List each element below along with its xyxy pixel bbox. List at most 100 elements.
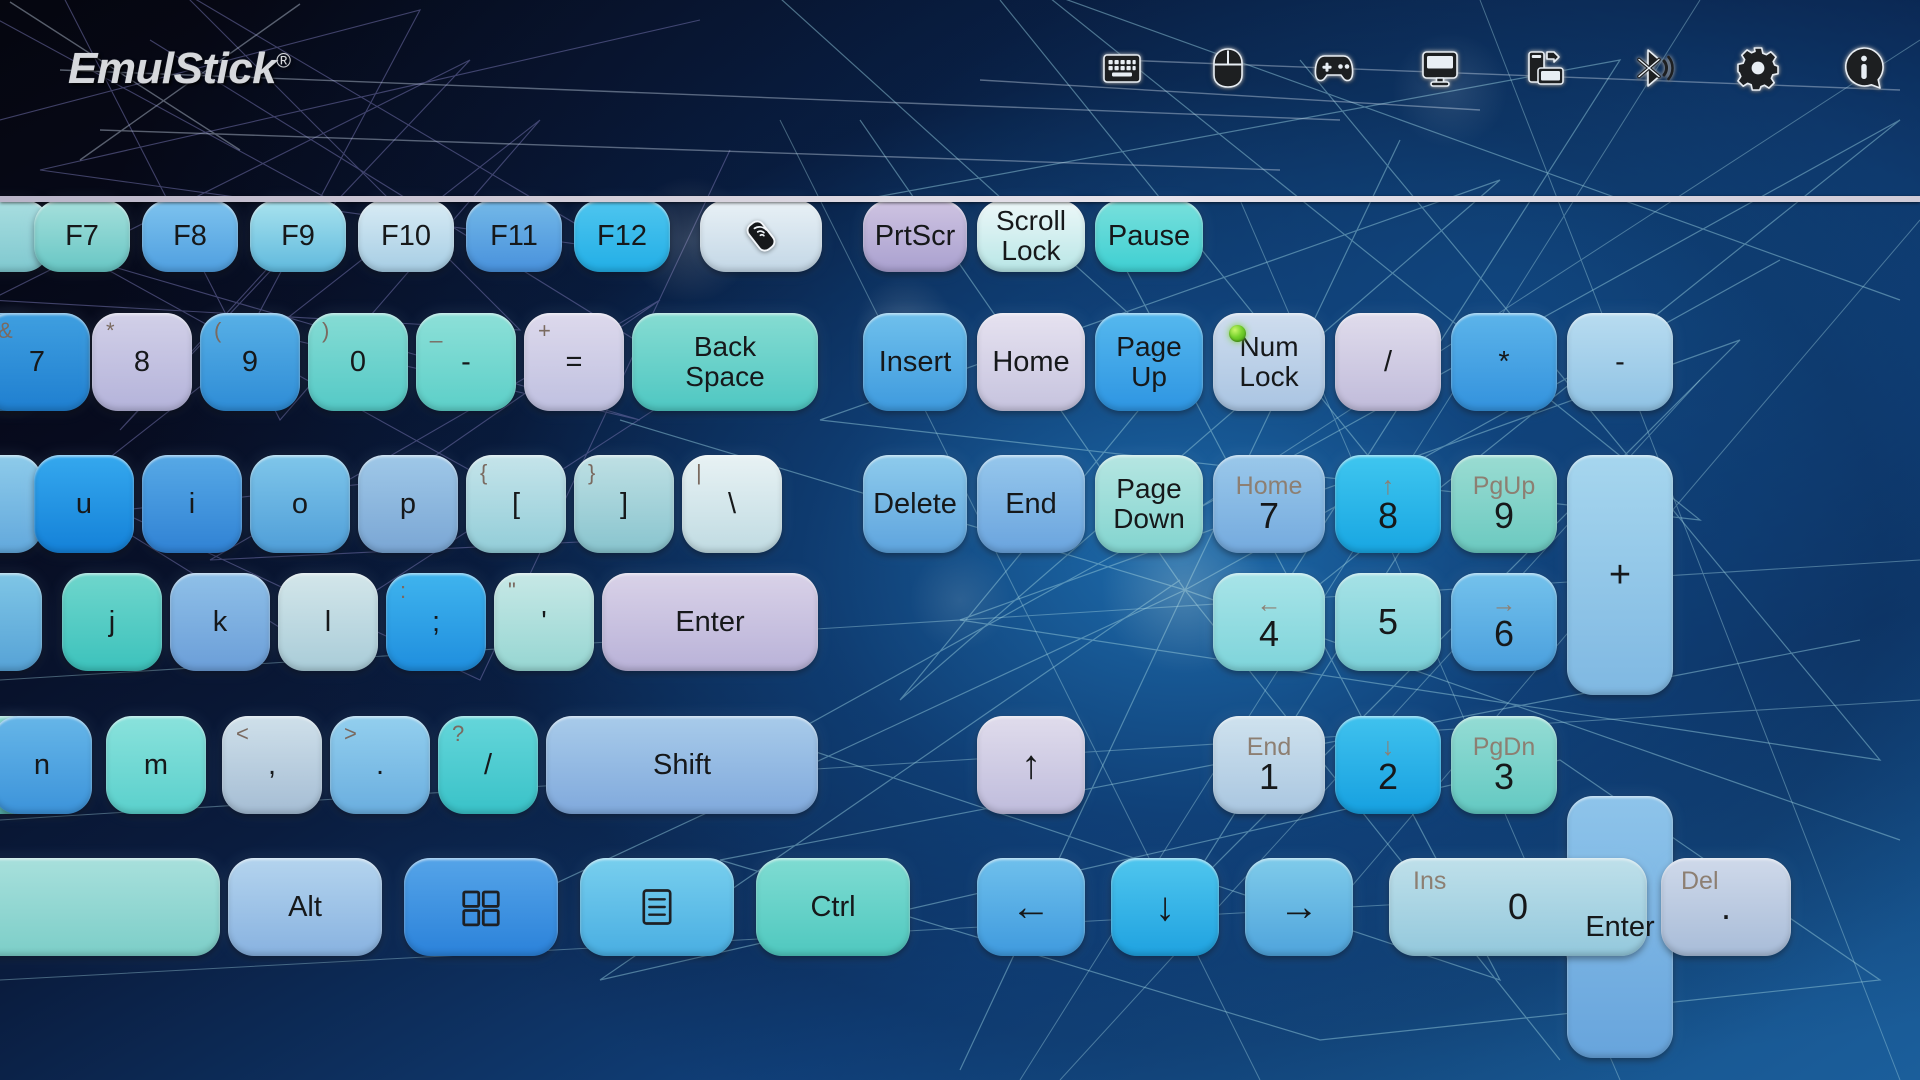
key-page-down[interactable]: Page Down <box>1095 455 1203 553</box>
toolbar-device-swap-button[interactable] <box>1514 36 1578 100</box>
key-9[interactable]: ( 9 <box>200 313 300 411</box>
key-numpad-1[interactable]: End 1 <box>1213 716 1325 814</box>
key-numpad-divide[interactable]: / <box>1335 313 1441 411</box>
key-shift-label: < <box>236 721 249 746</box>
key-semicolon[interactable]: : ; <box>386 573 486 671</box>
key-space[interactable] <box>0 858 220 956</box>
key-insert[interactable]: Insert <box>863 313 967 411</box>
key-ctrl-right[interactable]: Ctrl <box>756 858 910 956</box>
key-backslash[interactable]: | \ <box>682 455 782 553</box>
windows-icon <box>458 884 504 930</box>
key-shift-label: { <box>480 460 488 485</box>
key-label: 9 <box>1493 495 1515 537</box>
key-label: Enter <box>675 605 745 638</box>
key-numpad-7[interactable]: Home 7 <box>1213 455 1325 553</box>
key-numpad-multiply[interactable]: * <box>1451 313 1557 411</box>
key-period[interactable]: > . <box>330 716 430 814</box>
toolbar-info-button[interactable] <box>1832 36 1896 100</box>
key-7[interactable]: & 7 <box>0 313 90 411</box>
key-arrow-left[interactable]: ← <box>977 858 1085 956</box>
key-label: Alt <box>288 890 322 923</box>
key-shift-right[interactable]: Shift <box>546 716 818 814</box>
key-numpad-minus[interactable]: - <box>1567 313 1673 411</box>
key-numpad-3[interactable]: PgDn 3 <box>1451 716 1557 814</box>
key-label: Scroll Lock <box>995 205 1066 266</box>
key-l[interactable]: l <box>278 573 378 671</box>
key-label: F11 <box>490 219 538 252</box>
key-label: F8 <box>173 219 207 252</box>
key-arrow-down[interactable]: ↓ <box>1111 858 1219 956</box>
key-u[interactable]: u <box>34 455 134 553</box>
key-quote[interactable]: " ' <box>494 573 594 671</box>
key-num-lock[interactable]: Num Lock <box>1213 313 1325 411</box>
key-label: / <box>1383 345 1393 378</box>
key-label: ↓ <box>1155 885 1175 929</box>
key-h-partial[interactable]: h <box>0 573 42 671</box>
key-arrow-right[interactable]: → <box>1245 858 1353 956</box>
key-numpad-2[interactable]: ↓ 2 <box>1335 716 1441 814</box>
key-o[interactable]: o <box>250 455 350 553</box>
key-shift-label: _ <box>430 318 443 343</box>
key-label: 7 <box>28 345 46 378</box>
key-label: Delete <box>873 487 957 520</box>
key-label: ' <box>541 605 547 638</box>
key-numpad-6[interactable]: → 6 <box>1451 573 1557 671</box>
key-slash[interactable]: ? / <box>438 716 538 814</box>
key-label: i <box>188 487 196 520</box>
toolbar-settings-button[interactable] <box>1726 36 1790 100</box>
key-equal[interactable]: + = <box>524 313 624 411</box>
usb-dongle-icon <box>740 215 782 257</box>
key-label: F12 <box>597 219 647 252</box>
key-shift-label: : <box>400 578 407 603</box>
key-i[interactable]: i <box>142 455 242 553</box>
key-j[interactable]: j <box>62 573 162 671</box>
key-k[interactable]: k <box>170 573 270 671</box>
key-label: Pause <box>1107 219 1191 252</box>
key-shift-label: + <box>538 318 551 343</box>
key-p[interactable]: p <box>358 455 458 553</box>
key-numpad-5[interactable]: 5 <box>1335 573 1441 671</box>
key-page-up[interactable]: Page Up <box>1095 313 1203 411</box>
key-bracket-right[interactable]: } ] <box>574 455 674 553</box>
key-label: j <box>108 605 116 638</box>
toolbar-gamepad-button[interactable] <box>1302 36 1366 100</box>
key-minus[interactable]: _ - <box>416 313 516 411</box>
key-shift-label: & <box>0 319 13 343</box>
toolbar-mouse-button[interactable] <box>1196 36 1260 100</box>
toolbar-display-button[interactable] <box>1408 36 1472 100</box>
key-8[interactable]: * 8 <box>92 313 192 411</box>
key-home[interactable]: Home <box>977 313 1085 411</box>
key-alt-right[interactable]: Alt <box>228 858 382 956</box>
key-m[interactable]: m <box>106 716 206 814</box>
toolbar-keyboard-button[interactable] <box>1090 36 1154 100</box>
key-end[interactable]: End <box>977 455 1085 553</box>
key-numpad-plus[interactable]: + <box>1567 455 1673 695</box>
key-numpad-4[interactable]: ← 4 <box>1213 573 1325 671</box>
key-0[interactable]: ) 0 <box>308 313 408 411</box>
key-numpad-8[interactable]: ↑ 8 <box>1335 455 1441 553</box>
key-shift-label: * <box>106 318 115 343</box>
key-delete[interactable]: Delete <box>863 455 967 553</box>
key-label: * <box>1498 345 1510 378</box>
key-windows[interactable] <box>404 858 558 956</box>
key-label: Page Down <box>1113 473 1185 534</box>
display-icon <box>1416 44 1464 92</box>
brand-registered-mark: ® <box>276 50 291 73</box>
key-arrow-up[interactable]: ↑ <box>977 716 1085 814</box>
key-comma[interactable]: < , <box>222 716 322 814</box>
key-menu[interactable] <box>580 858 734 956</box>
app-header: EmulStick® <box>0 0 1920 214</box>
key-n[interactable]: n <box>0 716 92 814</box>
app-logo: EmulStick® <box>68 44 291 94</box>
key-backspace[interactable]: Back Space <box>632 313 818 411</box>
toolbar-bluetooth-button[interactable] <box>1620 36 1684 100</box>
key-numpad-decimal[interactable]: Del . <box>1661 858 1791 956</box>
key-label: 1 <box>1258 756 1280 798</box>
key-label: . <box>1720 885 1731 927</box>
key-label: 3 <box>1493 756 1515 798</box>
key-label: End <box>1005 487 1057 520</box>
device-swap-icon <box>1522 44 1570 92</box>
key-numpad-9[interactable]: PgUp 9 <box>1451 455 1557 553</box>
key-bracket-left[interactable]: { [ <box>466 455 566 553</box>
key-enter[interactable]: Enter <box>602 573 818 671</box>
